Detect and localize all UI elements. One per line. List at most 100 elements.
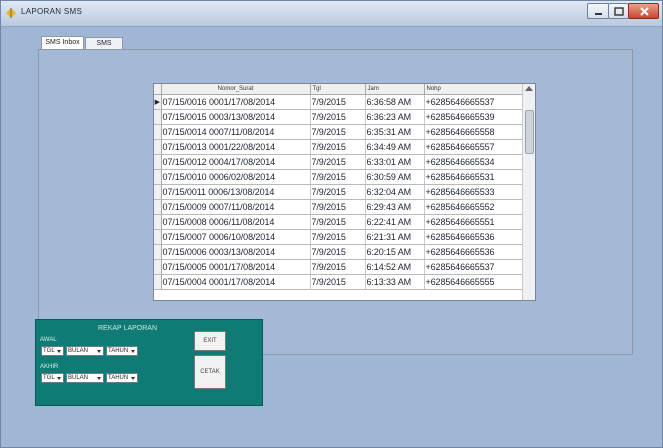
- cell-nomor-surat[interactable]: 07/15/0008 0006/11/08/2014: [161, 214, 311, 230]
- row-selector[interactable]: [154, 124, 162, 140]
- row-selector[interactable]: ▶: [154, 94, 162, 110]
- cell-nomor-surat[interactable]: 07/15/0006 0003/13/08/2014: [161, 244, 311, 260]
- akhir-bulan-select[interactable]: BULAN: [66, 373, 104, 383]
- cell-tgl[interactable]: 7/9/2015: [310, 214, 366, 230]
- cell-jam[interactable]: 6:34:49 AM: [365, 139, 425, 155]
- table-row[interactable]: ▶ 07/15/0016 0001/17/08/2014 7/9/2015 6:36:…: [154, 94, 525, 110]
- table-row[interactable]: 07/15/0015 0003/13/08/2014 7/9/2015 6:36:2…: [154, 109, 525, 125]
- row-selector[interactable]: [154, 229, 162, 245]
- cell-jam[interactable]: 6:14:52 AM: [365, 259, 425, 275]
- cell-nohp[interactable]: +6285646665537: [424, 259, 525, 275]
- cell-nohp[interactable]: +6285646665533: [424, 184, 525, 200]
- column-header-nomor-surat[interactable]: Nomor_Surat: [161, 84, 311, 95]
- cell-jam[interactable]: 6:29:43 AM: [365, 199, 425, 215]
- cell-nohp[interactable]: +6285646665552: [424, 199, 525, 215]
- cell-jam[interactable]: 6:20:15 AM: [365, 244, 425, 260]
- cell-tgl[interactable]: 7/9/2015: [310, 154, 366, 170]
- maximize-button[interactable]: [608, 3, 629, 19]
- cell-nomor-surat[interactable]: 07/15/0013 0001/22/08/2014: [161, 139, 311, 155]
- cell-tgl[interactable]: 7/9/2015: [310, 259, 366, 275]
- cell-jam[interactable]: 6:36:23 AM: [365, 109, 425, 125]
- scroll-thumb[interactable]: [525, 110, 534, 154]
- cell-nohp[interactable]: +6285646665555: [424, 274, 525, 290]
- chevron-down-icon: [131, 350, 135, 353]
- cell-jam[interactable]: 6:22:41 AM: [365, 214, 425, 230]
- cell-nohp[interactable]: +6285646665534: [424, 154, 525, 170]
- row-selector[interactable]: [154, 259, 162, 275]
- column-header-tgl[interactable]: Tgl: [310, 84, 366, 95]
- exit-button[interactable]: EXIT: [194, 331, 226, 351]
- tab-sms-inbox[interactable]: SMS Inbox: [41, 36, 84, 50]
- row-selector[interactable]: [154, 139, 162, 155]
- cell-jam[interactable]: 6:32:04 AM: [365, 184, 425, 200]
- scroll-up-icon[interactable]: [525, 86, 533, 91]
- akhir-tgl-select[interactable]: TGL: [41, 373, 64, 383]
- cell-tgl[interactable]: 7/9/2015: [310, 229, 366, 245]
- table-row[interactable]: 07/15/0005 0001/17/08/2014 7/9/2015 6:14:5…: [154, 259, 525, 275]
- row-selector[interactable]: [154, 109, 162, 125]
- cell-nohp[interactable]: +6285646665536: [424, 229, 525, 245]
- table-row[interactable]: 07/15/0013 0001/22/08/2014 7/9/2015 6:34:4…: [154, 139, 525, 155]
- cell-nohp[interactable]: +6285646665539: [424, 109, 525, 125]
- cell-nohp[interactable]: +6285646665537: [424, 94, 525, 110]
- table-row[interactable]: 07/15/0012 0004/17/08/2014 7/9/2015 6:33:0…: [154, 154, 525, 170]
- table-row[interactable]: 07/15/0009 0007/11/08/2014 7/9/2015 6:29:4…: [154, 199, 525, 215]
- cell-nohp[interactable]: +6285646665531: [424, 169, 525, 185]
- cell-jam[interactable]: 6:36:58 AM: [365, 94, 425, 110]
- table-row[interactable]: 07/15/0010 0006/02/08/2014 7/9/2015 6:30:5…: [154, 169, 525, 185]
- column-header-jam[interactable]: Jam: [365, 84, 425, 95]
- cell-nomor-surat[interactable]: 07/15/0014 0007/11/08/2014: [161, 124, 311, 140]
- row-selector[interactable]: [154, 274, 162, 290]
- cell-nomor-surat[interactable]: 07/15/0005 0001/17/08/2014: [161, 259, 311, 275]
- cell-jam[interactable]: 6:33:01 AM: [365, 154, 425, 170]
- row-selector[interactable]: [154, 169, 162, 185]
- cell-nomor-surat[interactable]: 07/15/0011 0006/13/08/2014: [161, 184, 311, 200]
- data-grid[interactable]: Nomor_Surat Tgl Jam Nohp ▶ 07/15/0016 000…: [153, 83, 536, 301]
- cell-nomor-surat[interactable]: 07/15/0007 0006/10/08/2014: [161, 229, 311, 245]
- cell-nomor-surat[interactable]: 07/15/0012 0004/17/08/2014: [161, 154, 311, 170]
- cell-nohp[interactable]: +6285646665551: [424, 214, 525, 230]
- cell-jam[interactable]: 6:35:31 AM: [365, 124, 425, 140]
- cell-nomor-surat[interactable]: 07/15/0016 0001/17/08/2014: [161, 94, 311, 110]
- awal-tgl-select[interactable]: TGL: [41, 346, 64, 356]
- cell-nomor-surat[interactable]: 07/15/0015 0003/13/08/2014: [161, 109, 311, 125]
- table-row[interactable]: 07/15/0007 0006/10/08/2014 7/9/2015 6:21:3…: [154, 229, 525, 245]
- cell-tgl[interactable]: 7/9/2015: [310, 109, 366, 125]
- table-row[interactable]: 07/15/0011 0006/13/08/2014 7/9/2015 6:32:0…: [154, 184, 525, 200]
- table-row[interactable]: 07/15/0014 0007/11/08/2014 7/9/2015 6:35:3…: [154, 124, 525, 140]
- cell-tgl[interactable]: 7/9/2015: [310, 169, 366, 185]
- table-row[interactable]: 07/15/0008 0006/11/08/2014 7/9/2015 6:22:4…: [154, 214, 525, 230]
- awal-tahun-select[interactable]: TAHUN: [106, 346, 138, 356]
- cell-jam[interactable]: 6:21:31 AM: [365, 229, 425, 245]
- cell-tgl[interactable]: 7/9/2015: [310, 124, 366, 140]
- column-header-nohp[interactable]: Nohp: [424, 84, 525, 95]
- row-selector[interactable]: [154, 244, 162, 260]
- cell-tgl[interactable]: 7/9/2015: [310, 184, 366, 200]
- tab-sms-outbox[interactable]: SMS Outbox: [85, 37, 123, 59]
- row-selector[interactable]: [154, 184, 162, 200]
- cell-nomor-surat[interactable]: 07/15/0004 0001/17/08/2014: [161, 274, 311, 290]
- cell-tgl[interactable]: 7/9/2015: [310, 274, 366, 290]
- cell-tgl[interactable]: 7/9/2015: [310, 199, 366, 215]
- cell-nohp[interactable]: +6285646665558: [424, 124, 525, 140]
- cell-nohp[interactable]: +6285646665536: [424, 244, 525, 260]
- row-selector[interactable]: [154, 199, 162, 215]
- cell-jam[interactable]: 6:30:59 AM: [365, 169, 425, 185]
- minimize-button[interactable]: [587, 3, 609, 19]
- cell-nomor-surat[interactable]: 07/15/0010 0006/02/08/2014: [161, 169, 311, 185]
- table-row[interactable]: 07/15/0004 0001/17/08/2014 7/9/2015 6:13:3…: [154, 274, 525, 290]
- close-button[interactable]: [628, 3, 659, 19]
- akhir-tahun-select[interactable]: TAHUN: [106, 373, 138, 383]
- row-selector[interactable]: [154, 154, 162, 170]
- row-selector[interactable]: [154, 214, 162, 230]
- cetak-button[interactable]: CETAK: [194, 355, 226, 389]
- vertical-scrollbar[interactable]: [522, 84, 535, 300]
- cell-nomor-surat[interactable]: 07/15/0009 0007/11/08/2014: [161, 199, 311, 215]
- cell-jam[interactable]: 6:13:33 AM: [365, 274, 425, 290]
- cell-tgl[interactable]: 7/9/2015: [310, 244, 366, 260]
- table-row[interactable]: 07/15/0006 0003/13/08/2014 7/9/2015 6:20:1…: [154, 244, 525, 260]
- cell-tgl[interactable]: 7/9/2015: [310, 139, 366, 155]
- awal-bulan-select[interactable]: BULAN: [66, 346, 104, 356]
- cell-tgl[interactable]: 7/9/2015: [310, 94, 366, 110]
- cell-nohp[interactable]: +6285646665557: [424, 139, 525, 155]
